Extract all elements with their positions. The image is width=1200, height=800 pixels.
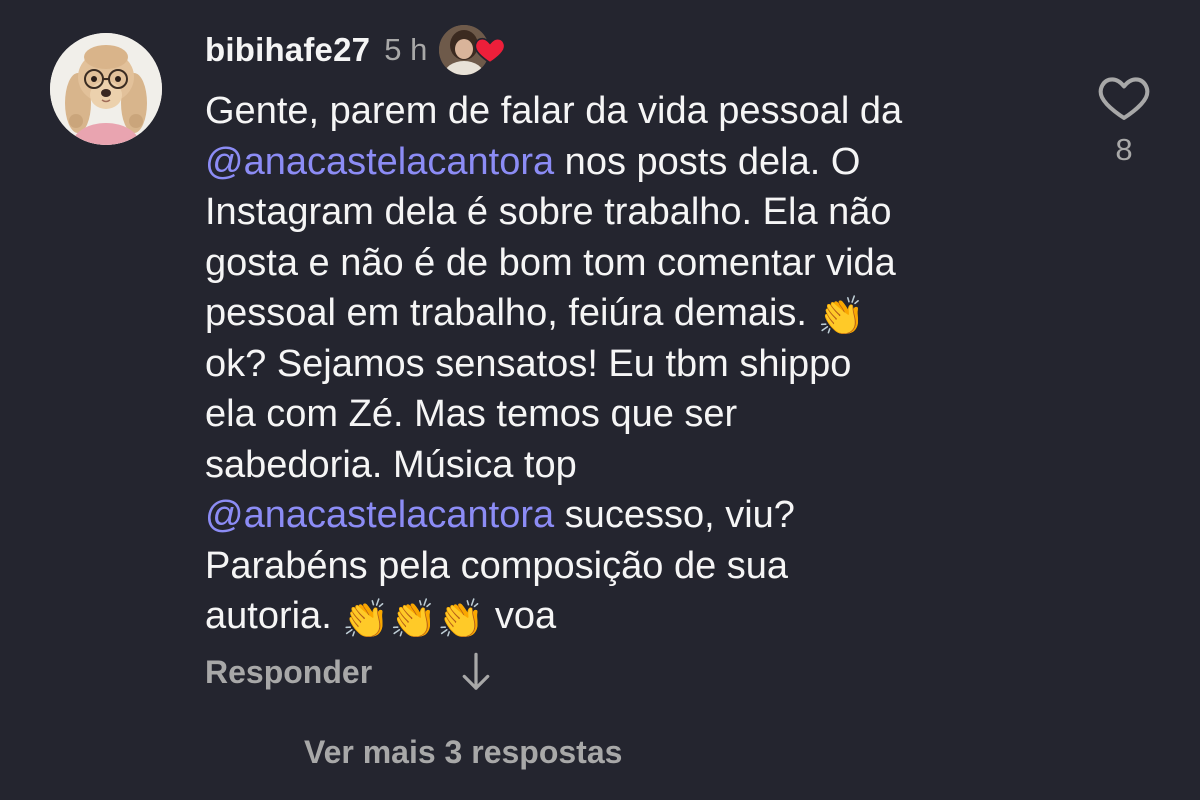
poodle-avatar-icon: [50, 33, 162, 145]
mention-link[interactable]: @anacastelacantora: [205, 494, 554, 536]
mention-link[interactable]: @anacastelacantora: [205, 141, 554, 183]
liked-by-creator-badge: [439, 25, 509, 75]
timestamp: 5 h: [384, 32, 428, 67]
comment-actions: Responder: [205, 646, 494, 698]
username[interactable]: bibihafe27: [205, 31, 370, 69]
reply-button[interactable]: Responder: [205, 654, 372, 691]
like-count: 8: [1115, 132, 1133, 167]
comment-header: bibihafe27 5 h: [205, 25, 509, 75]
heart-icon: [474, 37, 506, 64]
user-avatar[interactable]: [50, 33, 162, 145]
clapping-hands-emoji: 👏: [817, 296, 865, 338]
comment-text: Gente, parem de falar da vida pessoal da…: [205, 86, 1065, 642]
view-more-replies-link[interactable]: Ver mais 3 respostas: [304, 734, 622, 771]
arrow-down-icon[interactable]: [458, 650, 494, 694]
comment-text-segment: ok? Sejamos sensatos! Eu tbm shippo ela …: [205, 342, 852, 486]
clapping-hands-emoji: 👏👏👏: [342, 599, 485, 641]
comment-text-segment: voa: [484, 595, 557, 637]
comment-text-segment: Gente, parem de falar da vida pessoal da: [205, 90, 903, 132]
like-block: 8: [1096, 72, 1152, 168]
heart-outline-icon[interactable]: [1097, 72, 1151, 122]
